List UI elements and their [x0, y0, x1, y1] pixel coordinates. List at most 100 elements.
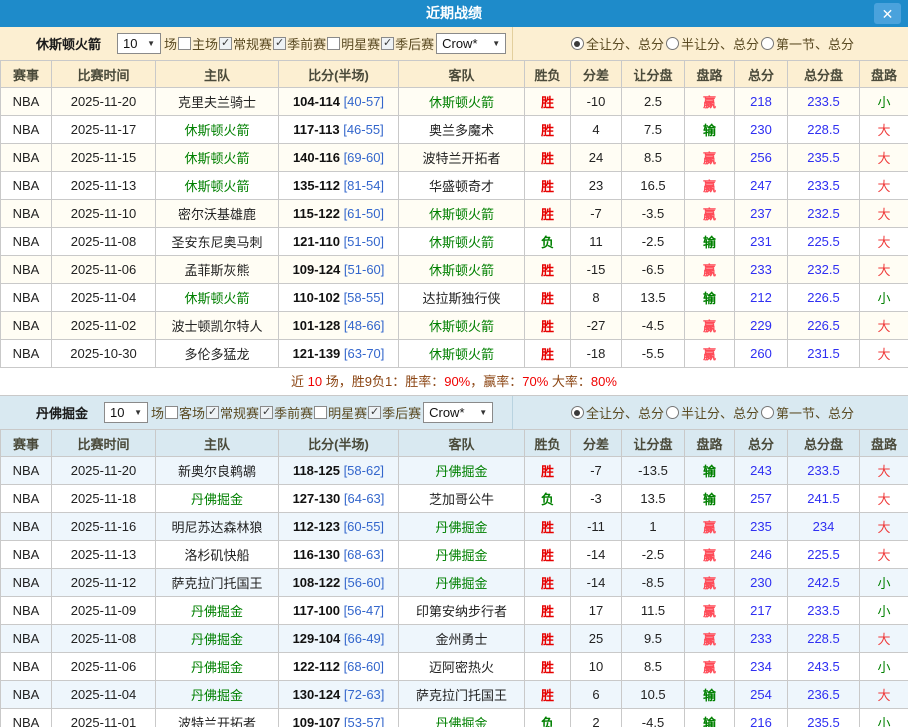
table-row: NBA2025-11-04休斯顿火箭110-102 [58-55]达拉斯独行侠胜…: [1, 284, 908, 312]
total-cell: 234: [735, 653, 788, 681]
summary-text: 场，胜9负1：胜率：: [322, 374, 444, 389]
filter-checkbox-playoffs[interactable]: ✓季后赛: [380, 34, 434, 53]
total-line-cell: 226.5: [788, 284, 860, 312]
section-control-band-1: 休斯顿火箭10▼场主场✓常规赛✓季前赛明星赛✓季后赛Crow*▼全让分、总分半让…: [0, 27, 908, 60]
filter-checkbox-regular-season[interactable]: ✓常规赛: [218, 34, 272, 53]
handicap-result-cell: 输: [685, 709, 735, 727]
dialog-titlebar: 近期战绩 ✕: [0, 0, 908, 27]
date-cell: 2025-11-06: [52, 653, 156, 681]
filter-checkbox-all-star[interactable]: 明星赛: [326, 34, 380, 53]
handicap-line-cell: -13.5: [622, 457, 685, 485]
result-cell: 胜: [525, 513, 571, 541]
filter-checkbox-all-star[interactable]: 明星赛: [313, 403, 367, 422]
games-count-select[interactable]: 10▼: [117, 33, 161, 54]
handicap-result-cell: 输: [685, 485, 735, 513]
home-team-cell: 丹佛掘金: [156, 681, 279, 709]
result-cell: 负: [525, 228, 571, 256]
score-cell: 117-113 [46-55]: [279, 116, 399, 144]
total-cell: 260: [735, 340, 788, 368]
checkbox-box: [327, 37, 340, 50]
filter-checkbox-playoffs[interactable]: ✓季后赛: [367, 403, 421, 422]
diff-cell: 8: [571, 284, 622, 312]
column-header: 让分盘: [622, 61, 685, 88]
radio-q1-total[interactable]: 第一节、总分: [761, 403, 854, 422]
section-control-band-2: 丹佛掘金10▼场客场✓常规赛✓季前赛明星赛✓季后赛Crow*▼全让分、总分半让分…: [0, 396, 908, 429]
total-line-cell: 241.5: [788, 485, 860, 513]
radio-q1-total[interactable]: 第一节、总分: [761, 34, 854, 53]
result-cell: 胜: [525, 88, 571, 116]
column-header: 客队: [399, 430, 525, 457]
total-cell: 229: [735, 312, 788, 340]
table-row: NBA2025-11-06孟菲斯灰熊109-124 [51-60]休斯顿火箭胜-…: [1, 256, 908, 284]
radio-full-handicap-total[interactable]: 全让分、总分: [571, 34, 664, 53]
diff-cell: 2: [571, 709, 622, 727]
filter-checkbox-home-games[interactable]: 主场: [177, 34, 218, 53]
league-cell: NBA: [1, 228, 52, 256]
game-type-select[interactable]: Crow*▼: [423, 402, 493, 423]
diff-cell: -11: [571, 513, 622, 541]
score-cell: 129-104 [66-49]: [279, 625, 399, 653]
home-team-cell: 波士顿凯尔特人: [156, 312, 279, 340]
ou-result-cell: 大: [860, 256, 908, 284]
summary-highlight: 10: [308, 374, 322, 389]
half-score: [48-66]: [344, 318, 384, 333]
filter-checkbox-preseason[interactable]: ✓季前赛: [272, 34, 326, 53]
total-line-cell: 228.5: [788, 625, 860, 653]
result-cell: 胜: [525, 340, 571, 368]
diff-cell: 6: [571, 681, 622, 709]
total-line-cell: 225.5: [788, 228, 860, 256]
table-row: NBA2025-11-06丹佛掘金122-112 [68-60]迈阿密热火胜10…: [1, 653, 908, 681]
column-header: 盘路: [860, 61, 908, 88]
handicap-result-cell: 赢: [685, 513, 735, 541]
date-cell: 2025-11-20: [52, 88, 156, 116]
score-cell: 117-100 [56-47]: [279, 597, 399, 625]
ou-result-cell: 大: [860, 513, 908, 541]
filter-checkbox-preseason[interactable]: ✓季前赛: [259, 403, 313, 422]
diff-cell: 17: [571, 597, 622, 625]
table-row: NBA2025-11-09丹佛掘金117-100 [56-47]印第安纳步行者胜…: [1, 597, 908, 625]
full-score: 110-102: [293, 290, 340, 305]
ou-result-cell: 大: [860, 172, 908, 200]
handicap-result-cell: 赢: [685, 569, 735, 597]
home-team-cell: 休斯顿火箭: [156, 116, 279, 144]
half-score: [58-55]: [344, 290, 384, 305]
home-team-cell: 丹佛掘金: [156, 653, 279, 681]
radio-circle: [571, 37, 584, 50]
column-header: 盘路: [860, 430, 908, 457]
column-header: 比分(半场): [279, 430, 399, 457]
ou-result-cell: 小: [860, 597, 908, 625]
games-count-select[interactable]: 10▼: [104, 402, 148, 423]
close-button[interactable]: ✕: [874, 3, 901, 24]
home-team-cell: 多伦多猛龙: [156, 340, 279, 368]
diff-cell: -27: [571, 312, 622, 340]
column-header: 让分盘: [622, 430, 685, 457]
league-cell: NBA: [1, 457, 52, 485]
result-cell: 负: [525, 485, 571, 513]
filter-checkbox-away-games[interactable]: 客场: [164, 403, 205, 422]
summary-highlight: 90%: [444, 374, 470, 389]
table-row: NBA2025-11-08圣安东尼奥马刺121-110 [51-50]休斯顿火箭…: [1, 228, 908, 256]
away-team-cell: 休斯顿火箭: [399, 200, 525, 228]
result-cell: 胜: [525, 457, 571, 485]
filter-checkbox-regular-season[interactable]: ✓常规赛: [205, 403, 259, 422]
home-team-cell: 休斯顿火箭: [156, 172, 279, 200]
handicap-line-cell: -8.5: [622, 569, 685, 597]
score-cell: 109-107 [53-57]: [279, 709, 399, 727]
stat-mode-radio-group: 全让分、总分半让分、总分第一节、总分: [512, 27, 908, 60]
full-score: 116-130: [293, 547, 340, 562]
total-line-cell: 232.5: [788, 256, 860, 284]
result-cell: 负: [525, 709, 571, 727]
radio-half-handicap-total[interactable]: 半让分、总分: [666, 34, 759, 53]
checkbox-box: ✓: [260, 406, 273, 419]
half-score: [64-63]: [344, 491, 384, 506]
results-table-2: 赛事比赛时间主队比分(半场)客队胜负分差让分盘盘路总分总分盘盘路NBA2025-…: [0, 429, 908, 727]
radio-full-handicap-total[interactable]: 全让分、总分: [571, 403, 664, 422]
handicap-result-cell: 赢: [685, 625, 735, 653]
handicap-result-cell: 输: [685, 116, 735, 144]
table-row: NBA2025-11-18丹佛掘金127-130 [64-63]芝加哥公牛负-3…: [1, 485, 908, 513]
radio-half-handicap-total[interactable]: 半让分、总分: [666, 403, 759, 422]
league-cell: NBA: [1, 172, 52, 200]
game-type-select[interactable]: Crow*▼: [436, 33, 506, 54]
half-score: [66-49]: [344, 631, 384, 646]
total-cell: 257: [735, 485, 788, 513]
